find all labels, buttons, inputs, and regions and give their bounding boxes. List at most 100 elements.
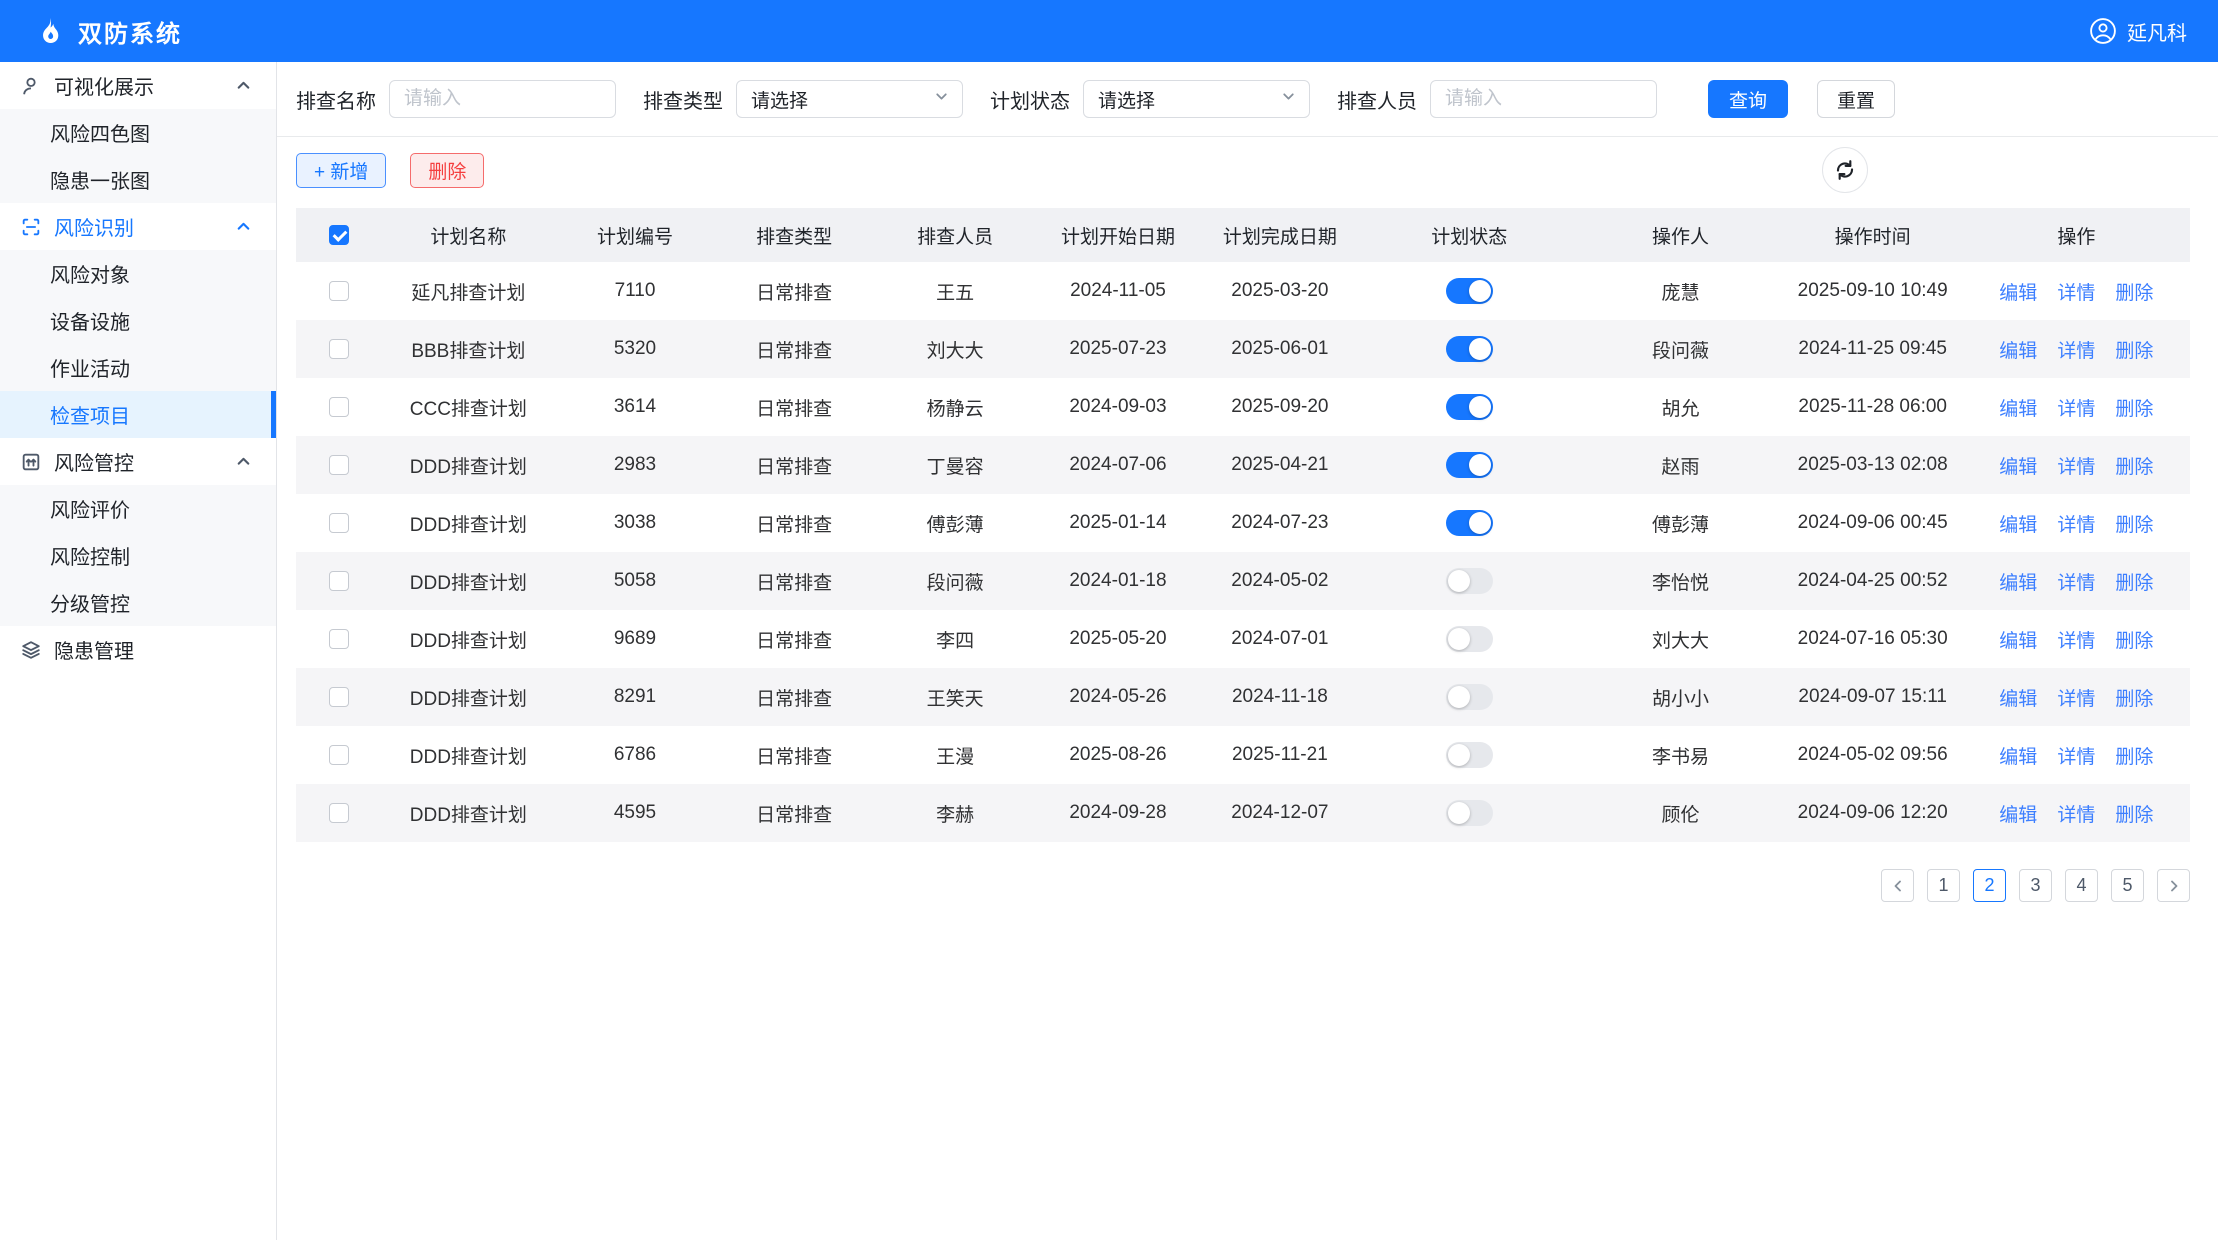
- row-checkbox[interactable]: [329, 687, 349, 707]
- reset-button[interactable]: 重置: [1817, 80, 1895, 118]
- status-toggle[interactable]: [1446, 568, 1493, 594]
- row-checkbox[interactable]: [329, 397, 349, 417]
- sidebar-item-check-project[interactable]: 检查项目: [0, 391, 276, 438]
- delete-link[interactable]: 删除: [2115, 457, 2153, 478]
- sidebar-group-risk-control[interactable]: 风险管控: [0, 438, 276, 485]
- page-button-4[interactable]: 4: [2065, 869, 2098, 902]
- delete-link[interactable]: 删除: [2115, 805, 2153, 826]
- delete-button[interactable]: 删除: [410, 153, 484, 188]
- row-checkbox[interactable]: [329, 803, 349, 823]
- delete-link[interactable]: 删除: [2115, 573, 2153, 594]
- flame-icon: [34, 16, 65, 47]
- row-checkbox[interactable]: [329, 513, 349, 533]
- cell-operator: 李怡悦: [1578, 552, 1783, 610]
- sidebar-group-hazard-management[interactable]: 隐患管理: [0, 626, 276, 673]
- delete-link[interactable]: 删除: [2115, 399, 2153, 420]
- user-menu[interactable]: 延凡科: [2089, 17, 2187, 46]
- sidebar-item-risk-four-color-map[interactable]: 风险四色图: [0, 109, 276, 156]
- status-toggle[interactable]: [1446, 684, 1493, 710]
- cell-operate-time: 2024-05-02 09:56: [1783, 726, 1963, 784]
- column-header: 排查类型: [715, 208, 874, 262]
- detail-link[interactable]: 详情: [2057, 689, 2095, 710]
- sidebar-item-graded-control[interactable]: 分级管控: [0, 579, 276, 626]
- prev-page-button[interactable]: [1881, 869, 1914, 902]
- cell-end-date: 2024-12-07: [1199, 784, 1360, 842]
- detail-link[interactable]: 详情: [2057, 341, 2095, 362]
- delete-link[interactable]: 删除: [2115, 689, 2153, 710]
- filter-label: 排查名称: [296, 85, 376, 114]
- edit-link[interactable]: 编辑: [1999, 399, 2037, 420]
- plan-status-select[interactable]: 请选择: [1083, 80, 1310, 118]
- cell-check-person: 王五: [874, 262, 1037, 320]
- page-button-1[interactable]: 1: [1927, 869, 1960, 902]
- detail-link[interactable]: 详情: [2057, 805, 2095, 826]
- page-button-3[interactable]: 3: [2019, 869, 2052, 902]
- row-checkbox[interactable]: [329, 455, 349, 475]
- status-toggle[interactable]: [1446, 742, 1493, 768]
- edit-link[interactable]: 编辑: [1999, 457, 2037, 478]
- app-header: 双防系统 延凡科: [0, 0, 2218, 62]
- sidebar-item-risk-object[interactable]: 风险对象: [0, 250, 276, 297]
- edit-link[interactable]: 编辑: [1999, 515, 2037, 536]
- row-checkbox[interactable]: [329, 745, 349, 765]
- sidebar-group-risk-identification[interactable]: 风险识别: [0, 203, 276, 250]
- delete-link[interactable]: 删除: [2115, 631, 2153, 652]
- chevron-down-icon: [1280, 88, 1297, 111]
- cell-end-date: 2025-03-20: [1199, 262, 1360, 320]
- delete-link[interactable]: 删除: [2115, 515, 2153, 536]
- row-checkbox[interactable]: [329, 281, 349, 301]
- row-checkbox[interactable]: [329, 629, 349, 649]
- sidebar-item-hazard-one-map[interactable]: 隐患一张图: [0, 156, 276, 203]
- delete-link[interactable]: 删除: [2115, 341, 2153, 362]
- next-page-button[interactable]: [2157, 869, 2190, 902]
- chevron-up-icon: [235, 77, 252, 94]
- edit-link[interactable]: 编辑: [1999, 747, 2037, 768]
- page-button-5[interactable]: 5: [2111, 869, 2144, 902]
- row-checkbox[interactable]: [329, 339, 349, 359]
- refresh-button[interactable]: [1822, 147, 1868, 193]
- edit-link[interactable]: 编辑: [1999, 689, 2037, 710]
- detail-link[interactable]: 详情: [2057, 283, 2095, 304]
- chevron-up-icon: [235, 453, 252, 470]
- sidebar-group-visualization[interactable]: 可视化展示: [0, 62, 276, 109]
- detail-link[interactable]: 详情: [2057, 515, 2095, 536]
- edit-link[interactable]: 编辑: [1999, 631, 2037, 652]
- toggle-knob: [1448, 744, 1470, 766]
- status-toggle[interactable]: [1446, 336, 1493, 362]
- detail-link[interactable]: 详情: [2057, 457, 2095, 478]
- check-name-input[interactable]: [389, 80, 616, 118]
- plan-table: 计划名称 计划编号 排查类型 排查人员 计划开始日期 计划完成日期 计划状态 操…: [296, 208, 2190, 842]
- page-button-2[interactable]: 2: [1973, 869, 2006, 902]
- edit-link[interactable]: 编辑: [1999, 283, 2037, 304]
- cell-actions: 编辑详情删除: [1963, 320, 2190, 378]
- sidebar-item-work-activity[interactable]: 作业活动: [0, 344, 276, 391]
- row-checkbox[interactable]: [329, 571, 349, 591]
- cell-operator: 庞慧: [1578, 262, 1783, 320]
- edit-link[interactable]: 编辑: [1999, 805, 2037, 826]
- select-all-checkbox[interactable]: [329, 225, 349, 245]
- status-toggle[interactable]: [1446, 510, 1493, 536]
- detail-link[interactable]: 详情: [2057, 573, 2095, 594]
- check-person-input[interactable]: [1430, 80, 1657, 118]
- detail-link[interactable]: 详情: [2057, 747, 2095, 768]
- toggle-knob: [1448, 628, 1470, 650]
- sidebar-item-risk-evaluation[interactable]: 风险评价: [0, 485, 276, 532]
- delete-link[interactable]: 删除: [2115, 283, 2153, 304]
- add-button[interactable]: + 新增: [296, 153, 386, 188]
- check-type-select[interactable]: 请选择: [736, 80, 963, 118]
- pagination-pages: 12345: [1927, 869, 2144, 902]
- sidebar-item-equipment-facility[interactable]: 设备设施: [0, 297, 276, 344]
- delete-link[interactable]: 删除: [2115, 747, 2153, 768]
- status-toggle[interactable]: [1446, 626, 1493, 652]
- detail-link[interactable]: 详情: [2057, 399, 2095, 420]
- search-button[interactable]: 查询: [1708, 80, 1788, 118]
- edit-link[interactable]: 编辑: [1999, 573, 2037, 594]
- status-toggle[interactable]: [1446, 452, 1493, 478]
- sidebar-item-risk-control[interactable]: 风险控制: [0, 532, 276, 579]
- status-toggle[interactable]: [1446, 278, 1493, 304]
- status-toggle[interactable]: [1446, 800, 1493, 826]
- cell-operator: 顾伦: [1578, 784, 1783, 842]
- detail-link[interactable]: 详情: [2057, 631, 2095, 652]
- edit-link[interactable]: 编辑: [1999, 341, 2037, 362]
- status-toggle[interactable]: [1446, 394, 1493, 420]
